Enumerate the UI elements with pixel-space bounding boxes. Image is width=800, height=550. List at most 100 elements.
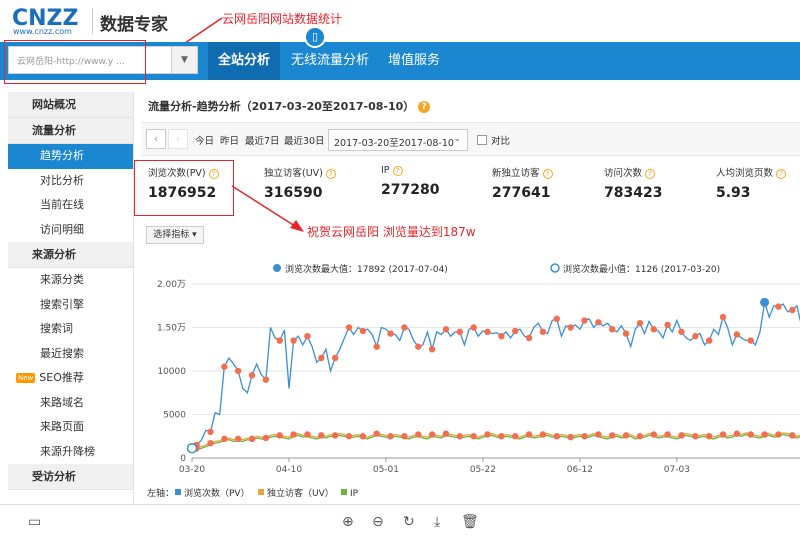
help-icon[interactable]: ? — [542, 168, 553, 179]
download-icon[interactable]: ⤓ — [434, 514, 440, 530]
data-point — [789, 432, 796, 439]
data-point — [207, 440, 214, 447]
logo-url: www.cnzz.com — [13, 27, 72, 36]
last-7-days-link[interactable]: 最近7日 — [245, 133, 280, 147]
data-point — [622, 330, 630, 337]
x-tick-label: 05-01 — [373, 465, 399, 475]
select-metric-button[interactable]: 选择指标 ▾ — [146, 226, 204, 244]
data-point — [345, 433, 353, 440]
data-point — [318, 354, 325, 362]
legend-swatch — [175, 489, 181, 495]
sidebar-item-search-engine[interactable]: 搜索引擎 — [8, 293, 133, 318]
min-point — [186, 442, 198, 454]
metric-label: 访问次数 — [604, 168, 643, 179]
data-point — [470, 433, 477, 440]
sidebar-item-trend[interactable]: 趋势分析 — [8, 144, 133, 169]
chevron-down-icon[interactable]: ▼ — [171, 47, 197, 73]
bottom-toolbar — [0, 504, 800, 550]
data-point — [442, 430, 450, 437]
rotate-icon[interactable]: ↻ — [403, 514, 415, 530]
screen-icon[interactable]: ▭ — [28, 514, 41, 530]
today-link[interactable]: 今日 — [195, 133, 214, 147]
sidebar-item-source-rank[interactable]: 来源升降榜 — [8, 440, 133, 465]
data-point — [456, 328, 464, 336]
data-point — [595, 319, 602, 326]
prev-period-button[interactable]: ‹ — [146, 129, 166, 149]
compare-checkbox[interactable] — [477, 135, 487, 145]
sidebar-item-search-term[interactable]: 搜索词 — [8, 317, 133, 342]
help-icon[interactable]: ? — [325, 168, 336, 179]
last-30-days-link[interactable]: 最近30日 — [284, 133, 325, 147]
data-point — [664, 431, 671, 438]
data-point — [525, 334, 533, 342]
annotation-box-pv — [134, 160, 234, 216]
max-label: 浏览次数最大值：17892 (2017-07-04) — [285, 263, 448, 275]
date-toolbar: ‹ › 今日 昨日 最近7日 最近30日 2017-03-20至2017-08-… — [142, 122, 800, 156]
y-tick-label: 5000 — [163, 411, 186, 421]
metric-pages-per-visitor: 人均浏览页数? 5.93 — [716, 165, 787, 201]
data-point — [276, 337, 283, 344]
help-icon[interactable]: ? — [645, 168, 656, 179]
data-point — [609, 432, 616, 439]
data-point — [733, 331, 741, 338]
zoom-out-icon[interactable]: ⊖ — [372, 514, 384, 530]
new-badge: New — [16, 373, 36, 383]
top-header: CNZZ www.cnzz.com 数据专家 云网岳阳网站数据统计 — [0, 0, 800, 42]
x-tick-label: 07-03 — [664, 465, 690, 475]
legend-pv[interactable]: 浏览次数（PV） — [184, 487, 250, 499]
data-point — [678, 432, 685, 439]
data-point — [304, 431, 311, 438]
tab-site-analysis[interactable]: 全站分析 — [208, 42, 280, 80]
data-point — [678, 328, 685, 336]
x-tick-label: 06-12 — [567, 465, 593, 475]
help-icon[interactable]: ? — [392, 165, 403, 176]
tab-value-added[interactable]: 增值服务 — [382, 42, 446, 80]
help-icon[interactable]: ? — [418, 101, 431, 113]
data-point — [761, 431, 768, 438]
sidebar-item-visit-detail[interactable]: 访问明细 — [8, 218, 133, 243]
delete-icon[interactable]: 🗑 — [461, 514, 479, 530]
data-point — [636, 433, 644, 440]
zoom-in-icon[interactable]: ⊕ — [342, 514, 354, 530]
next-period-button[interactable]: › — [168, 129, 188, 149]
metric-new-visitors: 新独立访客? 277641 — [492, 165, 553, 201]
sidebar-group-source[interactable]: 来源分析 — [8, 242, 133, 268]
data-point — [290, 431, 297, 438]
sidebar-group-traffic[interactable]: 流量分析 — [8, 118, 133, 144]
data-point — [442, 326, 450, 333]
compare-label: 对比 — [491, 136, 511, 147]
data-point — [221, 363, 228, 370]
data-point — [262, 376, 270, 383]
metric-label: IP — [381, 165, 390, 176]
max-legend-marker — [273, 264, 281, 272]
data-point — [539, 328, 547, 336]
data-point — [415, 431, 422, 438]
data-point — [567, 324, 574, 331]
metric-value: 277280 — [381, 182, 440, 198]
help-icon[interactable]: ? — [776, 168, 787, 179]
data-point — [595, 431, 602, 438]
data-point — [775, 431, 782, 438]
sidebar-item-referrer-domain[interactable]: 来路域名 — [8, 391, 133, 416]
y-tick-label: 0 — [180, 454, 186, 464]
sidebar-group-overview[interactable]: 网站概况 — [8, 92, 133, 118]
sidebar-item-online[interactable]: 当前在线 — [8, 193, 133, 218]
legend-uv[interactable]: 独立访客（UV） — [267, 487, 334, 499]
data-point — [747, 431, 754, 438]
x-tick-label: 05-22 — [470, 465, 496, 475]
sidebar-item-source-category[interactable]: 来源分类 — [8, 268, 133, 293]
sidebar-group-visited[interactable]: 受访分析 — [8, 464, 133, 490]
data-point — [636, 319, 644, 327]
sidebar-item-seo[interactable]: New SEO推荐 — [8, 366, 133, 391]
sidebar-item-recent-search[interactable]: 最近搜索 — [8, 342, 133, 367]
data-point — [428, 431, 436, 438]
annotation-arrow-2 — [231, 185, 304, 232]
yesterday-link[interactable]: 昨日 — [220, 133, 239, 147]
tab-mobile-analysis[interactable]: 无线流量分析 — [284, 42, 376, 80]
date-range-select[interactable]: 2017-03-20至2017-08-10 ⌄ — [328, 129, 468, 151]
data-point — [387, 433, 394, 440]
sidebar-item-compare[interactable]: 对比分析 — [8, 169, 133, 194]
sidebar-item-referrer-page[interactable]: 来路页面 — [8, 415, 133, 440]
min-label: 浏览次数最小值：1126 (2017-03-20) — [563, 263, 720, 275]
legend-ip[interactable]: IP — [350, 489, 359, 499]
